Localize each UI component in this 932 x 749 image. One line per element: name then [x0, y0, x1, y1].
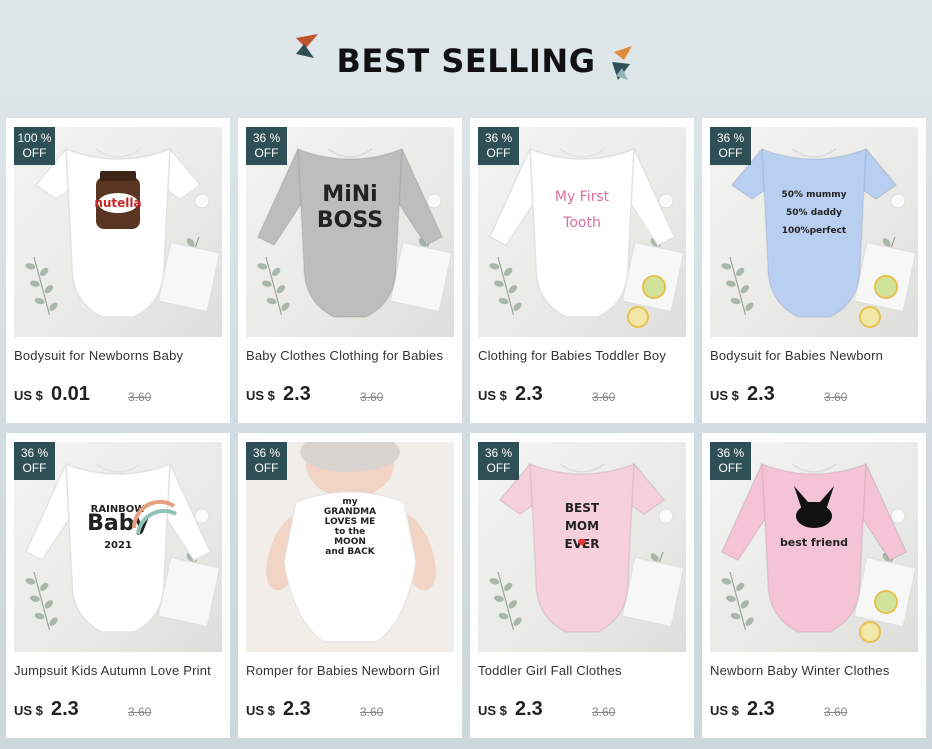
- discount-off-label: OFF: [486, 146, 511, 160]
- sale-price: 2.3: [51, 698, 79, 720]
- product-name[interactable]: Clothing for Babies Toddler Boy: [478, 348, 688, 363]
- sale-price: 0.01: [51, 383, 90, 405]
- print-text: to the: [335, 527, 365, 537]
- price-row: US $ 2.3 3.60: [710, 698, 920, 725]
- product-card-2[interactable]: MiNi BOSS 36 % OFF Baby Clothes Clothing …: [238, 118, 462, 423]
- price-row: US $ 2.3 3.60: [246, 698, 456, 725]
- product-card-7[interactable]: BESTMOMEVER 36 % OFF Toddler Girl Fall C…: [470, 433, 694, 738]
- print-text: MOON: [334, 537, 366, 547]
- sale-price: 2.3: [747, 698, 775, 720]
- discount-badge: 36 % OFF: [710, 127, 751, 165]
- discount-badge: 36 % OFF: [246, 442, 287, 480]
- section-title: BEST SELLING: [336, 42, 596, 80]
- discount-badge: 36 % OFF: [14, 442, 55, 480]
- print-text: nutella: [94, 196, 141, 210]
- discount-off-label: OFF: [254, 146, 279, 160]
- original-price: 3.60: [592, 705, 616, 719]
- discount-off-label: OFF: [718, 146, 743, 160]
- original-price: 3.60: [360, 390, 384, 404]
- currency-label: US $: [14, 703, 43, 718]
- currency-label: US $: [14, 388, 43, 403]
- print-text: 100%perfect: [782, 226, 847, 236]
- print-text: 50% mummy: [781, 190, 846, 200]
- product-card-5[interactable]: RAINBOW Baby 2021 36 % OFF Jumpsuit Kids A…: [6, 433, 230, 738]
- discount-off-label: OFF: [22, 146, 47, 160]
- discount-percent: 36 %: [484, 131, 513, 145]
- discount-percent: 36 %: [252, 446, 281, 460]
- original-price: 3.60: [592, 390, 616, 404]
- product-name[interactable]: Bodysuit for Babies Newborn: [710, 348, 920, 363]
- right-decoration-icon: [612, 46, 632, 80]
- discount-percent: 36 %: [252, 131, 281, 145]
- currency-label: US $: [478, 703, 507, 718]
- discount-off-label: OFF: [22, 461, 47, 475]
- print-text: MiNi: [322, 182, 377, 207]
- print-text: best friend: [780, 536, 848, 549]
- original-price: 3.60: [824, 390, 848, 404]
- print-text: LOVES ME: [325, 517, 376, 527]
- currency-label: US $: [710, 388, 739, 403]
- print-text: my: [342, 497, 357, 507]
- product-card-6[interactable]: my GRANDMA LOVES ME to the MOON and BACK 36 %…: [238, 433, 462, 738]
- currency-label: US $: [710, 703, 739, 718]
- product-name[interactable]: Romper for Babies Newborn Girl: [246, 663, 456, 678]
- price-row: US $ 2.3 3.60: [246, 383, 456, 410]
- discount-badge: 36 % OFF: [246, 127, 287, 165]
- discount-percent: 36 %: [716, 131, 745, 145]
- discount-percent: 100 %: [17, 131, 52, 145]
- product-card-8[interactable]: best friend 36 % OFF Newborn Baby Winter…: [702, 433, 926, 738]
- original-price: 3.60: [128, 390, 152, 404]
- product-name[interactable]: Jumpsuit Kids Autumn Love Print: [14, 663, 224, 678]
- original-price: 3.60: [824, 705, 848, 719]
- price-row: US $ 2.3 3.60: [478, 383, 688, 410]
- print-text: My First: [555, 189, 610, 205]
- discount-off-label: OFF: [486, 461, 511, 475]
- sale-price: 2.3: [747, 383, 775, 405]
- print-text: Tooth: [562, 215, 601, 231]
- sale-price: 2.3: [515, 383, 543, 405]
- price-row: US $ 0.01 3.60: [14, 383, 224, 410]
- product-name[interactable]: Bodysuit for Newborns Baby: [14, 348, 224, 363]
- product-name[interactable]: Newborn Baby Winter Clothes: [710, 663, 920, 678]
- sale-price: 2.3: [283, 383, 311, 405]
- discount-percent: 36 %: [20, 446, 49, 460]
- print-text: 2021: [104, 540, 132, 551]
- price-row: US $ 2.3 3.60: [14, 698, 224, 725]
- print-text: GRANDMA: [324, 507, 376, 517]
- discount-off-label: OFF: [254, 461, 279, 475]
- currency-label: US $: [246, 388, 275, 403]
- original-price: 3.60: [360, 705, 384, 719]
- original-price: 3.60: [128, 705, 152, 719]
- product-name[interactable]: Toddler Girl Fall Clothes: [478, 663, 688, 678]
- discount-badge: 100 % OFF: [14, 127, 55, 165]
- product-card-3[interactable]: My First Tooth 36 % OFF Clothing for Babi…: [470, 118, 694, 423]
- currency-label: US $: [246, 703, 275, 718]
- sale-price: 2.3: [283, 698, 311, 720]
- print-text: and BACK: [325, 547, 375, 557]
- discount-off-label: OFF: [718, 461, 743, 475]
- discount-percent: 36 %: [484, 446, 513, 460]
- print-text: BEST: [565, 501, 600, 515]
- discount-badge: 36 % OFF: [478, 127, 519, 165]
- discount-badge: 36 % OFF: [478, 442, 519, 480]
- sale-price: 2.3: [515, 698, 543, 720]
- product-name[interactable]: Baby Clothes Clothing for Babies: [246, 348, 456, 363]
- product-card-1[interactable]: nutella 100 % OFF Bodysuit for Newborns …: [6, 118, 230, 423]
- print-text: BOSS: [317, 208, 383, 233]
- print-text: MOM: [565, 519, 599, 533]
- product-card-4[interactable]: 50% mummy 50% daddy 100%perfect 36 % OFF B…: [702, 118, 926, 423]
- section-header: BEST SELLING: [0, 0, 932, 118]
- currency-label: US $: [478, 388, 507, 403]
- print-text: 50% daddy: [786, 208, 842, 218]
- product-grid: nutella 100 % OFF Bodysuit for Newborns …: [6, 118, 926, 738]
- price-row: US $ 2.3 3.60: [478, 698, 688, 725]
- discount-badge: 36 % OFF: [710, 442, 751, 480]
- price-row: US $ 2.3 3.60: [710, 383, 920, 410]
- discount-percent: 36 %: [716, 446, 745, 460]
